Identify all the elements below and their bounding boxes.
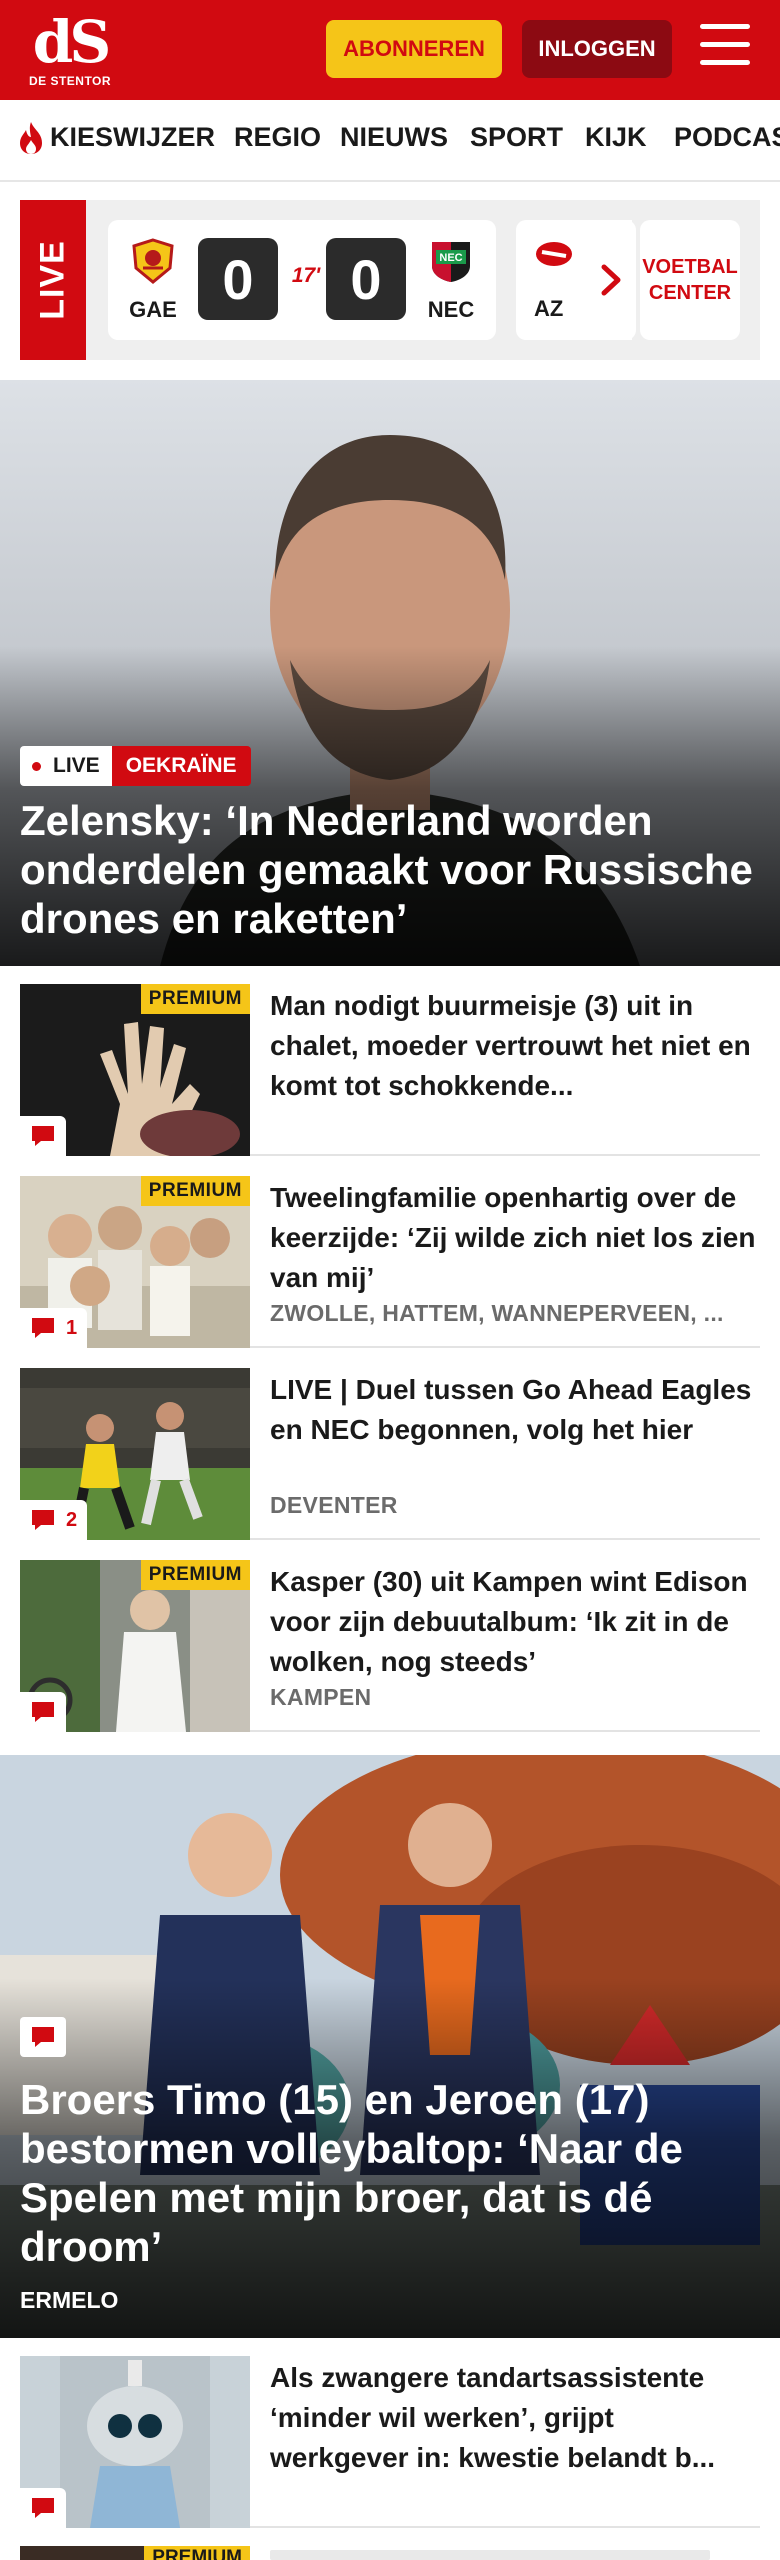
premium-badge: PREMIUM: [140, 1176, 250, 1206]
comment-icon: [32, 2027, 54, 2047]
comment-badge[interactable]: [20, 2488, 66, 2528]
comment-badge[interactable]: 2: [20, 1500, 88, 1540]
nav-item-regio[interactable]: REGIO: [234, 122, 321, 153]
hero-article[interactable]: LIVE OEKRAÏNE Zelensky: ‘In Nederland wo…: [0, 380, 780, 966]
comment-badge[interactable]: 1: [20, 1308, 88, 1348]
article-row[interactable]: PREMIUM Kasper (30) uit Kampen wint Edis…: [20, 1560, 760, 1732]
logo-subtitle: DE STENTOR: [28, 74, 112, 88]
next-match-abbr: AZ: [534, 296, 564, 321]
feature-title[interactable]: Broers Timo (15) en Jeroen (17) bestorme…: [20, 2075, 760, 2271]
nav-item-kijk[interactable]: KIJK: [585, 122, 647, 153]
feature-article[interactable]: Broers Timo (15) en Jeroen (17) bestorme…: [0, 1755, 780, 2338]
hamburger-menu-icon[interactable]: [700, 24, 752, 74]
login-button[interactable]: INLOGGEN: [522, 20, 672, 78]
football-center-line1: VOETBAL: [642, 256, 738, 278]
nav-item-sport[interactable]: SPORT: [470, 122, 563, 153]
comment-icon: [32, 1318, 54, 1338]
flame-icon: [20, 122, 42, 154]
home-team: GAE: [118, 238, 188, 323]
site-logo[interactable]: dS DE STENTOR: [28, 12, 112, 88]
top-bar: dS DE STENTOR ABONNEREN INLOGGEN: [0, 0, 780, 100]
nav-item-nieuws[interactable]: NIEUWS: [340, 122, 448, 153]
chevron-right-icon[interactable]: [586, 255, 636, 305]
home-score: 0: [198, 238, 278, 320]
hero-title[interactable]: Zelensky: ‘In Nederland worden onderdele…: [20, 796, 760, 943]
category-tag[interactable]: OEKRAÏNE: [111, 746, 251, 786]
article-title[interactable]: Man nodigt buurmeisje (3) uit in chalet,…: [270, 986, 760, 1106]
article-title[interactable]: Als zwangere tandartsassistente ‘minder …: [270, 2358, 760, 2478]
az-crest-icon: [536, 242, 572, 266]
subscribe-button[interactable]: ABONNEREN: [326, 20, 502, 78]
premium-badge: PREMIUM: [144, 2546, 250, 2560]
article-title[interactable]: Tweelingfamilie openhartig over de keerz…: [270, 1178, 760, 1298]
match-minute: 17': [291, 264, 321, 287]
comment-icon: [32, 1510, 54, 1530]
football-center-button[interactable]: VOETBAL CENTER: [640, 220, 740, 340]
article-row[interactable]: PREMIUM Man nodigt buurmeisje (3) uit in…: [20, 984, 760, 1156]
football-center-line2: CENTER: [648, 282, 732, 304]
main-navigation: KIESWIJZER REGIO NIEUWS SPORT KIJK PODCA…: [0, 100, 780, 182]
article-thumbnail: [20, 2356, 250, 2528]
next-article-title-peek: [270, 2550, 710, 2560]
comment-icon: [32, 1126, 54, 1146]
live-tab-label: LIVE: [33, 240, 72, 320]
premium-badge: PREMIUM: [140, 1560, 250, 1590]
svg-text:NEC: NEC: [439, 252, 462, 264]
logo-mark: dS: [32, 8, 111, 76]
article-title[interactable]: Kasper (30) uit Kampen wint Edison voor …: [270, 1562, 760, 1682]
live-tab[interactable]: LIVE: [20, 200, 86, 360]
nav-item-podcast[interactable]: PODCAS: [674, 122, 780, 153]
article-location: DEVENTER: [270, 1492, 398, 1518]
comment-icon: [32, 1702, 54, 1722]
article-thumbnail: 2: [20, 1368, 250, 1540]
away-score: 0: [326, 238, 406, 320]
article-location: KAMPEN: [270, 1684, 372, 1710]
comment-badge[interactable]: [20, 1692, 66, 1732]
live-label: LIVE: [20, 746, 112, 786]
hero-labels: LIVE OEKRAÏNE: [20, 746, 251, 786]
home-team-abbr: GAE: [129, 297, 177, 322]
away-team: NEC NEC: [416, 238, 486, 323]
away-team-abbr: NEC: [427, 297, 475, 322]
feature-location: ERMELO: [20, 2287, 119, 2313]
article-row[interactable]: PREMIUM 1 Tweelingfamilie openhartig ove…: [20, 1176, 760, 1348]
comment-badge[interactable]: [20, 1116, 66, 1156]
comment-count: 1: [66, 1316, 78, 1339]
article-thumbnail: PREMIUM: [20, 984, 250, 1156]
match-card[interactable]: GAE 0 17' 0 NEC NEC: [108, 220, 496, 340]
premium-badge: PREMIUM: [140, 984, 250, 1014]
nav-item-kieswijzer[interactable]: KIESWIJZER: [50, 122, 215, 153]
next-article-thumbnail[interactable]: PREMIUM: [20, 2546, 250, 2560]
article-row[interactable]: 2 LIVE | Duel tussen Go Ahead Eagles en …: [20, 1368, 760, 1540]
comment-icon: [32, 2498, 54, 2518]
nec-crest-icon: NEC: [432, 242, 470, 282]
article-row[interactable]: Als zwangere tandartsassistente ‘minder …: [20, 2356, 760, 2528]
article-thumbnail: PREMIUM: [20, 1560, 250, 1732]
go-ahead-eagles-crest-icon: [132, 238, 174, 284]
comment-count: 2: [66, 1508, 78, 1531]
article-thumbnail: PREMIUM 1: [20, 1176, 250, 1348]
article-title[interactable]: LIVE | Duel tussen Go Ahead Eagles en NE…: [270, 1370, 760, 1450]
comment-badge[interactable]: [20, 2017, 66, 2057]
live-scores-strip: LIVE GAE 0 17' 0 NEC NEC AZ VOETBAL CENT…: [20, 200, 760, 360]
article-location: ZWOLLE, HATTEM, WANNEPERVEEN, ...: [270, 1300, 724, 1326]
